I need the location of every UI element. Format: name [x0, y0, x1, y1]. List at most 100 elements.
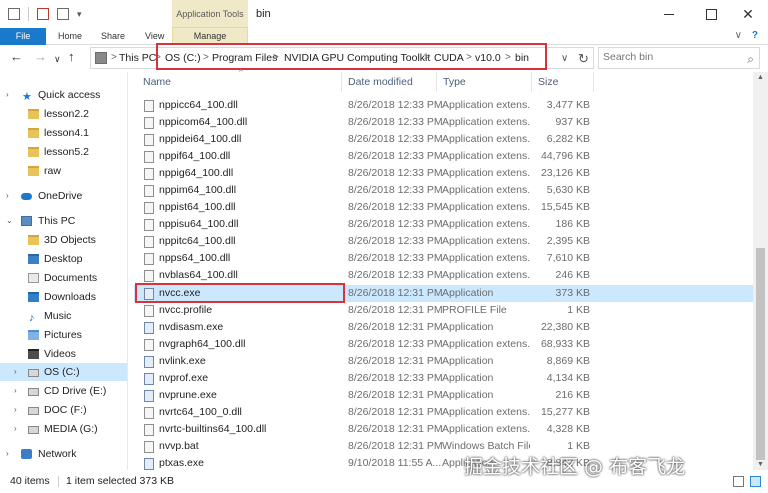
column-header-date[interactable]: Date modified [348, 72, 436, 92]
tab-home[interactable]: Home [58, 28, 82, 45]
folder-icon[interactable] [8, 8, 20, 20]
nav-item-desktop[interactable]: Desktop [0, 250, 127, 268]
file-row[interactable]: nppif64_100.dll 8/26/2018 12:33 PM Appli… [134, 148, 754, 165]
file-size: 15,277 KB [540, 406, 590, 418]
nav-item-media-g[interactable]: › MEDIA (G:) [0, 420, 127, 438]
file-size: 373 KB [555, 287, 590, 299]
search-box[interactable]: ⌕ [598, 47, 760, 69]
nav-item-documents[interactable]: Documents [0, 269, 127, 287]
expand-arrow-icon[interactable]: › [6, 445, 9, 463]
file-row[interactable]: nppisu64_100.dll 8/26/2018 12:33 PM Appl… [134, 216, 754, 233]
file-row[interactable]: nppig64_100.dll 8/26/2018 12:33 PM Appli… [134, 165, 754, 182]
large-icons-view-icon[interactable] [750, 476, 761, 487]
scrollbar-thumb[interactable] [756, 248, 765, 460]
file-type: Application extens... [442, 252, 530, 264]
expand-arrow-icon[interactable]: › [6, 86, 9, 104]
nav-item-3d-objects[interactable]: 3D Objects [0, 231, 127, 249]
expand-arrow-icon[interactable]: ⌄ [6, 212, 13, 230]
file-type: Application [442, 287, 494, 299]
nav-item-raw[interactable]: raw [0, 162, 127, 180]
file-name: nppitc64_100.dll [159, 235, 236, 247]
nav-item-doc-f[interactable]: › DOC (F:) [0, 401, 127, 419]
nav-item-label: 3D Objects [44, 234, 96, 246]
maximize-button[interactable] [703, 6, 719, 22]
file-row[interactable]: nvdisasm.exe 8/26/2018 12:31 PM Applicat… [134, 319, 754, 336]
file-row[interactable]: nvprof.exe 8/26/2018 12:33 PM Applicatio… [134, 370, 754, 387]
file-name: nppicc64_100.dll [159, 99, 238, 111]
file-row[interactable]: nvlink.exe 8/26/2018 12:31 PM Applicatio… [134, 353, 754, 370]
file-row[interactable]: nppicom64_100.dll 8/26/2018 12:33 PM App… [134, 114, 754, 131]
file-date: 8/26/2018 12:33 PM [348, 184, 443, 196]
nav-item-pictures[interactable]: Pictures [0, 326, 127, 344]
nav-item-this-pc[interactable]: ⌄ This PC [0, 212, 127, 230]
nav-item-os-c[interactable]: › OS (C:) [0, 363, 127, 381]
search-input[interactable] [603, 51, 741, 63]
column-header-name[interactable]: Name [143, 72, 340, 92]
scroll-up-icon[interactable]: ▲ [757, 74, 764, 81]
nav-item-videos[interactable]: Videos [0, 345, 127, 363]
column-divider[interactable] [436, 72, 437, 92]
forward-arrow-icon[interactable]: → [34, 50, 47, 64]
file-row[interactable]: nvgraph64_100.dll 8/26/2018 12:33 PM App… [134, 336, 754, 353]
nav-item-onedrive[interactable]: › OneDrive [0, 187, 127, 205]
column-header-type[interactable]: Type [443, 72, 531, 92]
close-button[interactable]: ✕ [740, 6, 756, 22]
refresh-icon[interactable]: ↻ [578, 51, 589, 67]
file-name: nppist64_100.dll [159, 201, 236, 213]
minimize-button[interactable] [661, 6, 677, 22]
file-type: Application extens... [442, 150, 530, 162]
breadcrumb-this-pc[interactable]: This PC [119, 52, 156, 64]
nav-item-music[interactable]: ♪ Music [0, 307, 127, 325]
up-arrow-icon[interactable]: ↑ [68, 50, 75, 64]
file-row[interactable]: nvcc.profile 8/26/2018 12:31 PM PROFILE … [134, 302, 754, 319]
search-icon[interactable]: ⌕ [747, 52, 754, 67]
scroll-down-icon[interactable]: ▼ [757, 461, 764, 468]
expand-arrow-icon[interactable]: › [14, 382, 17, 400]
tab-share[interactable]: Share [101, 28, 125, 45]
vertical-scrollbar[interactable]: ▲ ▼ [753, 72, 768, 470]
file-row[interactable]: nvrtc64_100_0.dll 8/26/2018 12:31 PM App… [134, 404, 754, 421]
nav-item-label: Quick access [38, 89, 101, 101]
file-row[interactable]: nvprune.exe 8/26/2018 12:31 PM Applicati… [134, 387, 754, 404]
nav-item-network[interactable]: › Network [0, 445, 127, 463]
column-header-size[interactable]: Size [538, 72, 588, 92]
nav-item-lesson4-1[interactable]: lesson4.1 [0, 124, 127, 142]
nav-item-quick-access[interactable]: › ★ Quick access [0, 86, 127, 104]
chevron-down-icon[interactable]: ∨ [561, 53, 568, 64]
file-row[interactable]: nppitc64_100.dll 8/26/2018 12:33 PM Appl… [134, 233, 754, 250]
file-row[interactable]: nvblas64_100.dll 8/26/2018 12:33 PM Appl… [134, 267, 754, 284]
new-folder-icon[interactable] [57, 8, 69, 20]
file-row[interactable]: npps64_100.dll 8/26/2018 12:33 PM Applic… [134, 250, 754, 267]
recent-locations-icon[interactable]: ∨ [54, 52, 61, 66]
file-row[interactable]: nvrtc-builtins64_100.dll 8/26/2018 12:31… [134, 421, 754, 438]
help-icon[interactable]: ? [752, 30, 758, 41]
nav-item-downloads[interactable]: Downloads [0, 288, 127, 306]
expand-arrow-icon[interactable]: › [6, 187, 9, 205]
file-row[interactable]: nppicc64_100.dll 8/26/2018 12:33 PM Appl… [134, 97, 754, 114]
file-size: 23,126 KB [540, 167, 590, 179]
music-icon: ♪ [29, 312, 35, 324]
expand-arrow-icon[interactable]: › [14, 420, 17, 438]
nav-item-lesson5-2[interactable]: lesson5.2 [0, 143, 127, 161]
column-divider[interactable] [531, 72, 532, 92]
file-row[interactable]: nppidei64_100.dll 8/26/2018 12:33 PM App… [134, 131, 754, 148]
expand-arrow-icon[interactable]: › [14, 363, 17, 381]
tab-file[interactable]: File [0, 28, 46, 45]
file-date: 8/26/2018 12:31 PM [348, 423, 443, 435]
details-view-icon[interactable] [733, 476, 744, 487]
file-size: 216 KB [555, 389, 590, 401]
file-row[interactable]: nppim64_100.dll 8/26/2018 12:33 PM Appli… [134, 182, 754, 199]
nav-item-cd-drive[interactable]: › CD Drive (E:) [0, 382, 127, 400]
back-arrow-icon[interactable]: ← [10, 50, 23, 64]
nav-item-lesson2-2[interactable]: lesson2.2 [0, 105, 127, 123]
column-divider[interactable] [593, 72, 594, 92]
ribbon-collapse-icon[interactable]: ∨ [735, 30, 742, 41]
nav-item-label: Videos [44, 348, 76, 360]
video-icon [28, 349, 39, 359]
file-type: Application extens... [442, 184, 530, 196]
column-divider[interactable] [341, 72, 342, 92]
customize-toolbar-icon[interactable]: ▾ [77, 9, 82, 20]
expand-arrow-icon[interactable]: › [14, 401, 17, 419]
file-row[interactable]: nppist64_100.dll 8/26/2018 12:33 PM Appl… [134, 199, 754, 216]
properties-icon[interactable] [37, 8, 49, 20]
